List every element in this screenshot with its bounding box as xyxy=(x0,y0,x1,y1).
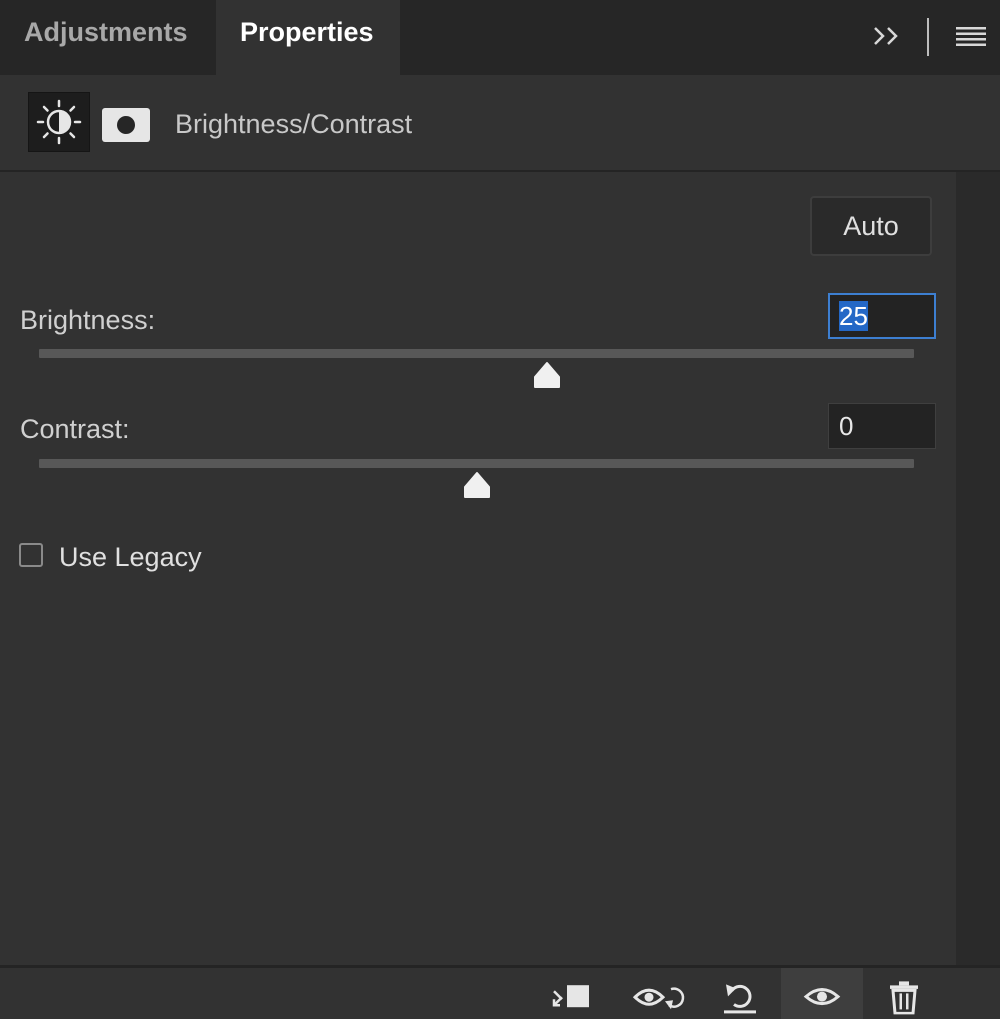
brightness-label: Brightness: xyxy=(20,305,156,335)
reset-icon xyxy=(724,983,756,1013)
properties-content: Auto Brightness: 25 Contrast: 0 Use Lega… xyxy=(0,172,956,965)
view-previous-state-button[interactable] xyxy=(617,968,699,1019)
reset-button[interactable] xyxy=(699,968,781,1019)
visibility-icon xyxy=(803,987,841,1005)
brightness-field[interactable]: 25 xyxy=(828,293,936,339)
contrast-value: 0 xyxy=(839,411,854,441)
scrollbar[interactable] xyxy=(956,172,1000,965)
tab-properties[interactable]: Properties xyxy=(216,0,400,75)
tab-adjustments[interactable]: Adjustments xyxy=(0,0,214,75)
delete-icon xyxy=(890,980,918,1014)
contrast-field[interactable]: 0 xyxy=(828,403,936,449)
properties-footer xyxy=(0,965,1000,1019)
brightness-slider-thumb[interactable] xyxy=(532,361,562,389)
panel-menu-icon[interactable] xyxy=(956,27,986,47)
tab-bar-divider xyxy=(927,18,929,56)
view-previous-state-icon xyxy=(632,986,685,1009)
contrast-slider-track[interactable] xyxy=(39,459,914,468)
panel-tab-bar: Adjustments Properties xyxy=(0,0,1000,75)
properties-header: Brightness/Contrast xyxy=(0,75,1000,172)
collapse-panel-icon[interactable] xyxy=(872,18,904,54)
brightness-slider-track[interactable] xyxy=(39,349,914,358)
clip-to-layer-icon xyxy=(552,984,589,1007)
clip-to-layer-button[interactable] xyxy=(535,968,617,1019)
contrast-label: Contrast: xyxy=(20,414,130,444)
brightness-value: 25 xyxy=(839,301,868,331)
contrast-slider-thumb[interactable] xyxy=(462,471,492,499)
use-legacy-checkbox[interactable] xyxy=(19,543,43,567)
delete-button[interactable] xyxy=(863,968,945,1019)
use-legacy-label[interactable]: Use Legacy xyxy=(59,542,202,573)
auto-button[interactable]: Auto xyxy=(810,196,932,256)
layer-mask-icon[interactable] xyxy=(102,108,150,142)
adjustment-title: Brightness/Contrast xyxy=(175,109,413,139)
visibility-button[interactable] xyxy=(781,968,863,1019)
brightness-contrast-icon[interactable] xyxy=(28,92,90,152)
